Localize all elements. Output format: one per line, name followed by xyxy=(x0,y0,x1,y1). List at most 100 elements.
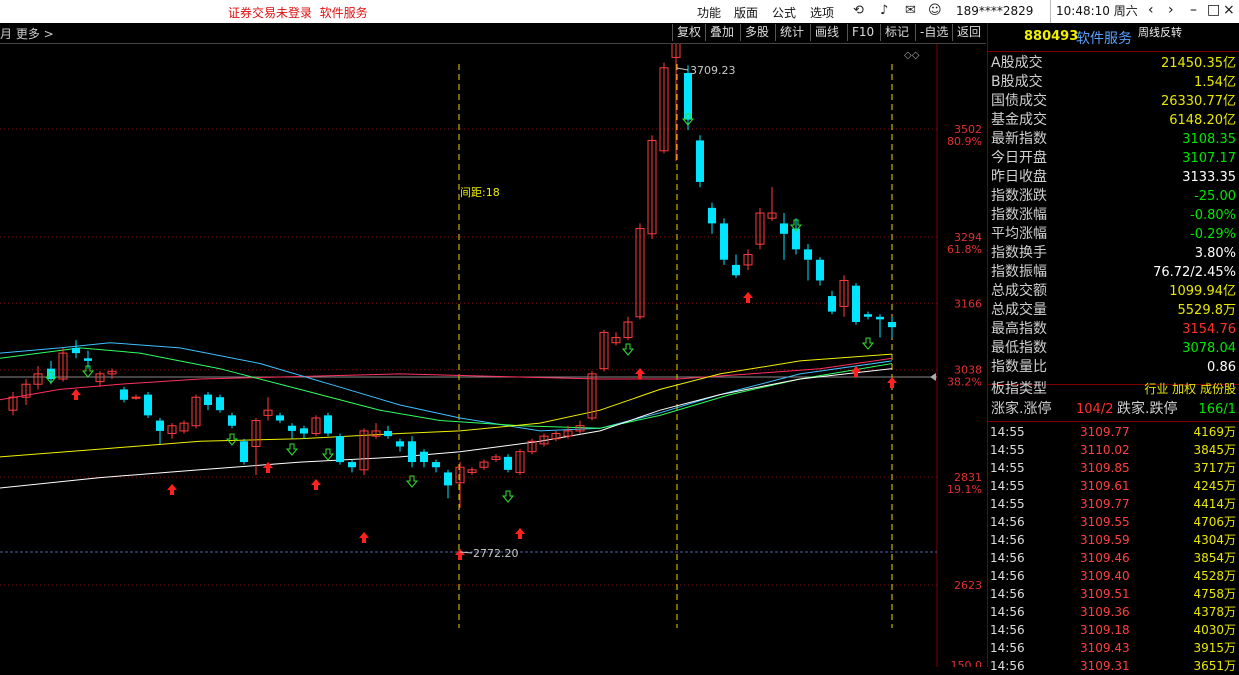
adjust-button[interactable]: 复权 xyxy=(672,24,705,41)
candle-down xyxy=(876,316,884,320)
sell-arrow-icon xyxy=(501,490,515,503)
axis-percent-label: 19.1% xyxy=(947,483,982,496)
return-button[interactable]: 返回 xyxy=(952,24,985,41)
candle-down xyxy=(864,314,872,317)
board-type-row: 板指类型 行业 加权 成份股 xyxy=(991,381,1236,397)
buy-arrow-icon xyxy=(851,366,861,377)
forward-icon[interactable]: › xyxy=(1168,2,1174,18)
tick-row: 14:56 3109.40 4528万 xyxy=(990,569,1236,583)
multi-stock-button[interactable]: 多股 xyxy=(740,24,773,41)
candle-down xyxy=(504,456,512,470)
tick-row: 14:56 3109.59 4304万 xyxy=(990,533,1236,547)
tick-row: 14:56 3109.43 3915万 xyxy=(990,641,1236,655)
candle-down xyxy=(444,472,452,486)
candle-down xyxy=(708,207,716,224)
quote-row: 指数涨幅 -0.80% xyxy=(991,207,1236,223)
menu-function[interactable]: 功能 xyxy=(697,4,721,21)
overlay-button[interactable]: 叠加 xyxy=(705,24,738,41)
up-count: 104/2 xyxy=(1076,402,1114,417)
menu-formula[interactable]: 公式 xyxy=(772,4,796,21)
candle-down xyxy=(732,264,740,276)
buy-arrow-icon xyxy=(359,532,369,543)
candle-down xyxy=(324,415,332,434)
sell-arrow-icon xyxy=(285,443,299,456)
ma-line xyxy=(0,353,893,458)
ma-line xyxy=(0,347,893,429)
diamond-icon[interactable]: ◇◇ xyxy=(904,50,920,61)
back-icon[interactable]: ‹ xyxy=(1148,2,1154,18)
quote-row: B股成交 1.54亿 xyxy=(991,74,1236,90)
quote-row: 平均涨幅 -0.29% xyxy=(991,226,1236,242)
tick-row: 14:56 3109.55 4706万 xyxy=(990,515,1236,529)
candle-down xyxy=(144,394,152,416)
trade-login-warning[interactable]: 证券交易未登录 软件服务 xyxy=(228,4,368,21)
sell-arrow-icon xyxy=(405,475,419,488)
user-account[interactable]: 189****2829 xyxy=(956,4,1033,18)
axis-value-label: 150.0 xyxy=(951,659,983,667)
axis-percent-label: 38.2% xyxy=(947,376,982,389)
tick-row: 14:56 3109.31 3651万 xyxy=(990,659,1236,673)
quote-row: 昨日收盘 3133.35 xyxy=(991,169,1236,185)
interval-annotation: 间距:18 xyxy=(460,186,500,199)
candle-down xyxy=(804,249,812,260)
axis-percent-label: 61.8% xyxy=(947,243,982,256)
quote-row: 指数涨跌 -25.00 xyxy=(991,188,1236,204)
candle-down xyxy=(300,428,308,434)
menu-layout[interactable]: 版面 xyxy=(734,4,758,21)
refresh-icon[interactable]: ⟲ xyxy=(853,3,864,18)
title-bar: 证券交易未登录 软件服务 功能 版面 公式 选项 ⟲ ♪ ✉ ☺ 189****… xyxy=(0,0,1239,23)
divider xyxy=(988,51,1239,52)
candle-down xyxy=(684,72,692,120)
mark-button[interactable]: 标记 xyxy=(880,24,913,41)
more-menu[interactable]: 月 更多 > xyxy=(0,25,54,42)
sell-arrow-icon xyxy=(621,343,635,356)
quote-row: 指数量比 0.86 xyxy=(991,359,1236,375)
index-name: 软件服务 xyxy=(1076,31,1132,47)
kline-chart[interactable]: 350280.9%329461.8%3166303838.2%283119.1%… xyxy=(0,44,986,667)
minimize-button[interactable]: – xyxy=(1190,2,1197,18)
axis-value-label: 3166 xyxy=(954,297,982,310)
buy-arrow-icon xyxy=(887,377,897,388)
candle-down xyxy=(276,415,284,421)
quote-row: 总成交额 1099.94亿 xyxy=(991,283,1236,299)
candle-down xyxy=(384,430,392,437)
candle-up xyxy=(131,396,141,399)
candle-down xyxy=(348,462,356,468)
candle-down xyxy=(852,285,860,322)
statistics-button[interactable]: 统计 xyxy=(775,24,808,41)
candle-down xyxy=(888,321,896,328)
ma-line xyxy=(0,357,893,401)
menu-options[interactable]: 选项 xyxy=(810,4,834,21)
close-button[interactable]: × xyxy=(1223,2,1235,18)
user-icon[interactable]: ☺ xyxy=(928,3,942,18)
quote-row: 国债成交 26330.77亿 xyxy=(991,93,1236,109)
tick-row: 14:56 3109.51 4758万 xyxy=(990,587,1236,601)
divider xyxy=(988,421,1239,422)
candle-down xyxy=(420,451,428,463)
candle-down xyxy=(72,347,80,354)
buy-arrow-icon xyxy=(455,549,465,560)
maximize-button[interactable]: □ xyxy=(1207,2,1220,18)
axis-value-label: 2623 xyxy=(954,579,982,592)
draw-line-button[interactable]: 画线 xyxy=(810,24,843,41)
buy-arrow-icon xyxy=(743,292,753,303)
f10-button[interactable]: F10 xyxy=(847,24,878,41)
high-pointer xyxy=(676,67,689,71)
quote-row: 最高指数 3154.76 xyxy=(991,321,1236,337)
message-icon[interactable]: ✉ xyxy=(905,3,916,18)
index-code: 880493 xyxy=(1024,29,1079,44)
tick-row: 14:55 3110.02 3845万 xyxy=(990,443,1236,457)
quote-panel: 880493 软件服务 周线反转 A股成交 21450.35亿 B股成交 1.54亿国… xyxy=(987,23,1239,673)
ma-line xyxy=(0,368,893,489)
quote-row: 基金成交 6148.20亿 xyxy=(991,112,1236,128)
updown-row: 涨家.涨停 104/2 跌家.跌停 166/1 xyxy=(991,401,1236,417)
current-price-marker xyxy=(930,373,936,381)
tick-row: 14:55 3109.61 4245万 xyxy=(990,479,1236,493)
bell-icon[interactable]: ♪ xyxy=(880,3,888,18)
candle-down xyxy=(204,394,212,405)
candle-down xyxy=(780,223,788,234)
quote-row: 最新指数 3108.35 xyxy=(991,131,1236,147)
candle-down xyxy=(240,441,248,463)
chart-toolbar: 月 更多 > 复权 叠加 多股 统计 画线 F10 标记 -自选 返回 xyxy=(0,23,986,44)
watchlist-button[interactable]: -自选 xyxy=(915,24,952,41)
